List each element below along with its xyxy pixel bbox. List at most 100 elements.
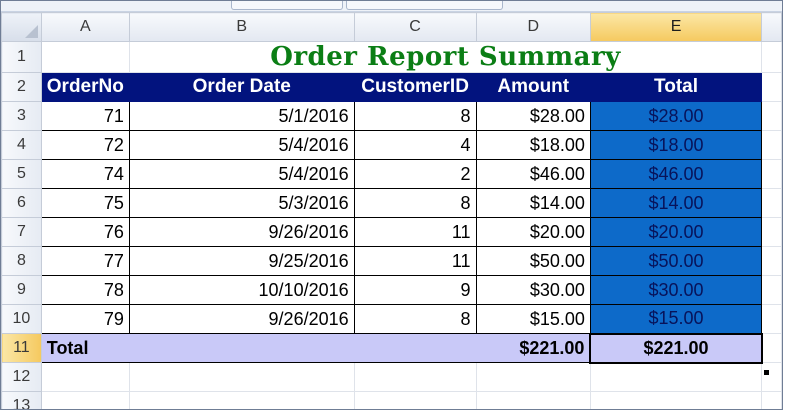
- cell-f2[interactable]: [761, 72, 782, 102]
- order-no-cell[interactable]: 74: [40, 159, 130, 189]
- total-cell[interactable]: $46.00: [589, 159, 763, 189]
- amount-cell[interactable]: $50.00: [475, 246, 591, 276]
- row-header-12[interactable]: 12: [1, 362, 42, 392]
- header-total[interactable]: Total: [589, 72, 763, 102]
- customer-id-cell[interactable]: 2: [353, 159, 477, 189]
- cell-a1[interactable]: [40, 41, 130, 73]
- cell-f4[interactable]: [761, 130, 782, 160]
- order-no-cell[interactable]: 75: [40, 188, 130, 218]
- row-header-4[interactable]: 4: [1, 130, 42, 160]
- table-row: 7 76 9/26/2016 11 $20.00 $20.00: [1, 217, 782, 247]
- row-header-8[interactable]: 8: [1, 246, 42, 276]
- name-box-edge[interactable]: [231, 1, 343, 10]
- row-header-2[interactable]: 2: [1, 72, 42, 102]
- customer-id-cell[interactable]: 8: [353, 188, 477, 218]
- column-header-f-partial[interactable]: [761, 12, 782, 42]
- row-header-9[interactable]: 9: [1, 275, 42, 305]
- cell-c12[interactable]: [353, 362, 477, 392]
- header-amount[interactable]: Amount: [475, 72, 591, 102]
- header-orderno[interactable]: OrderNo: [40, 72, 130, 102]
- report-title[interactable]: Order Report Summary: [128, 41, 763, 73]
- customer-id-cell[interactable]: 8: [353, 304, 477, 334]
- cell-d12[interactable]: [475, 362, 591, 392]
- order-date-cell[interactable]: 9/25/2016: [128, 246, 355, 276]
- order-no-cell[interactable]: 79: [40, 304, 130, 334]
- order-no-cell[interactable]: 71: [40, 101, 130, 131]
- cell-e12[interactable]: [589, 362, 763, 392]
- order-date-cell[interactable]: 5/1/2016: [128, 101, 355, 131]
- amount-cell[interactable]: $18.00: [475, 130, 591, 160]
- total-amount[interactable]: $221.00: [476, 333, 591, 363]
- cell-f1[interactable]: [761, 41, 782, 73]
- cell-f5[interactable]: [761, 159, 782, 189]
- cell-f9[interactable]: [761, 275, 782, 305]
- order-date-cell[interactable]: 9/26/2016: [128, 304, 355, 334]
- order-no-cell[interactable]: 78: [40, 275, 130, 305]
- customer-id-cell[interactable]: 8: [353, 101, 477, 131]
- order-no-cell[interactable]: 77: [40, 246, 130, 276]
- cell-f7[interactable]: [761, 217, 782, 247]
- amount-cell[interactable]: $28.00: [475, 101, 591, 131]
- customer-id-cell[interactable]: 4: [353, 130, 477, 160]
- cell-b11[interactable]: [129, 333, 355, 363]
- column-header-d[interactable]: D: [475, 12, 591, 42]
- customer-id-cell[interactable]: 9: [353, 275, 477, 305]
- cell-e13[interactable]: [589, 391, 763, 409]
- column-header-e[interactable]: E: [589, 12, 763, 42]
- order-date-cell[interactable]: 9/26/2016: [128, 217, 355, 247]
- cell-f8[interactable]: [761, 246, 782, 276]
- total-cell[interactable]: $30.00: [589, 275, 763, 305]
- total-cell[interactable]: $14.00: [589, 188, 763, 218]
- column-header-c[interactable]: C: [353, 12, 477, 42]
- cell-f3[interactable]: [761, 101, 782, 131]
- cell-c13[interactable]: [353, 391, 477, 409]
- total-cell[interactable]: $50.00: [589, 246, 763, 276]
- total-cell[interactable]: $20.00: [589, 217, 763, 247]
- customer-id-cell[interactable]: 11: [353, 217, 477, 247]
- order-no-cell[interactable]: 72: [40, 130, 130, 160]
- total-cell[interactable]: $28.00: [589, 101, 763, 131]
- column-header-a[interactable]: A: [40, 12, 130, 42]
- amount-cell[interactable]: $15.00: [475, 304, 591, 334]
- total-label[interactable]: Total: [40, 333, 130, 363]
- cell-f13[interactable]: [761, 391, 782, 409]
- header-order-date[interactable]: Order Date: [128, 72, 355, 102]
- amount-cell[interactable]: $14.00: [475, 188, 591, 218]
- active-cell-total[interactable]: $221.00: [589, 332, 763, 364]
- fill-handle[interactable]: [763, 369, 770, 376]
- amount-cell[interactable]: $20.00: [475, 217, 591, 247]
- total-cell[interactable]: $18.00: [589, 130, 763, 160]
- amount-cell[interactable]: $46.00: [475, 159, 591, 189]
- cell-a13[interactable]: [40, 391, 130, 409]
- row-header-6[interactable]: 6: [1, 188, 42, 218]
- order-date-cell[interactable]: 5/3/2016: [128, 188, 355, 218]
- row-header-3[interactable]: 3: [1, 101, 42, 131]
- row-header-11[interactable]: 11: [1, 333, 42, 363]
- order-date-cell[interactable]: 5/4/2016: [128, 159, 355, 189]
- customer-id-cell[interactable]: 11: [353, 246, 477, 276]
- function-box-edge[interactable]: [346, 1, 503, 10]
- column-header-b[interactable]: B: [128, 12, 355, 42]
- row-header-5[interactable]: 5: [1, 159, 42, 189]
- amount-cell[interactable]: $30.00: [475, 275, 591, 305]
- select-all-button[interactable]: [1, 12, 42, 42]
- row-header-10[interactable]: 10: [1, 304, 42, 334]
- header-customer-id[interactable]: CustomerID: [353, 72, 477, 102]
- order-date-cell[interactable]: 10/10/2016: [128, 275, 355, 305]
- cell-f12[interactable]: [761, 362, 782, 392]
- total-cell[interactable]: $15.00: [589, 304, 763, 334]
- row-header-1[interactable]: 1: [1, 41, 42, 73]
- order-no-cell[interactable]: 76: [40, 217, 130, 247]
- cell-f6[interactable]: [761, 188, 782, 218]
- select-all-triangle-icon: [24, 25, 38, 38]
- cell-b13[interactable]: [128, 391, 355, 409]
- cell-f11[interactable]: [761, 333, 782, 363]
- cell-c11[interactable]: [354, 333, 477, 363]
- cell-a12[interactable]: [40, 362, 130, 392]
- cell-d13[interactable]: [475, 391, 591, 409]
- row-header-7[interactable]: 7: [1, 217, 42, 247]
- order-date-cell[interactable]: 5/4/2016: [128, 130, 355, 160]
- cell-f10[interactable]: [761, 304, 782, 334]
- row-header-13[interactable]: 13: [1, 391, 42, 409]
- cell-b12[interactable]: [128, 362, 355, 392]
